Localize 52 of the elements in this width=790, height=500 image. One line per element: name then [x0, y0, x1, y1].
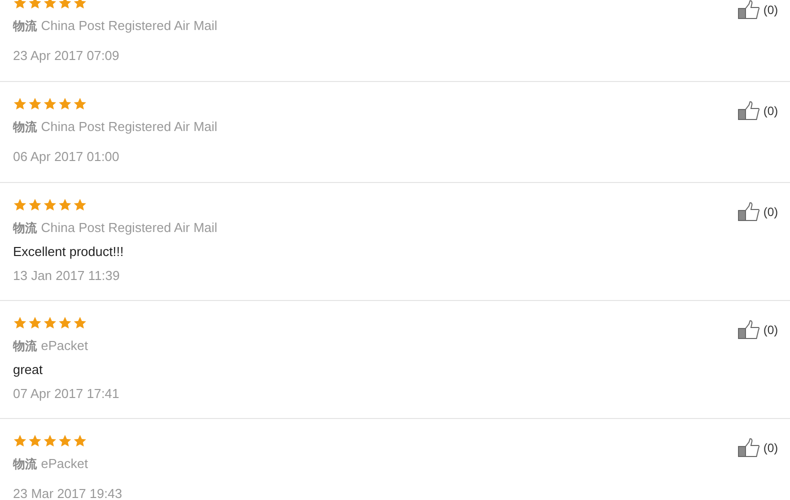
shipping-label: 物流 [13, 220, 37, 237]
thumbs-up-icon[interactable] [738, 0, 760, 20]
review-date: 06 Apr 2017 01:00 [13, 148, 120, 166]
star-icon [73, 198, 87, 212]
star-icon [73, 0, 87, 10]
shipping-label: 物流 [13, 338, 37, 355]
shipping-method: China Post Registered Air Mail [41, 219, 218, 238]
star-icon [28, 434, 42, 448]
star-icon [73, 316, 87, 330]
star-icon [43, 316, 57, 330]
like-count: (0) [763, 440, 778, 457]
star-icon [58, 198, 72, 212]
like-count: (0) [763, 204, 778, 221]
star-icon [58, 316, 72, 330]
star-icon [58, 434, 72, 448]
star-icon [43, 0, 57, 10]
thumbs-up-icon[interactable] [738, 101, 760, 121]
star-icon [13, 316, 27, 330]
star-icon [13, 0, 27, 10]
shipping-method: China Post Registered Air Mail [41, 17, 218, 36]
star-icon [43, 97, 57, 111]
star-icon [28, 198, 42, 212]
shipping-label: 物流 [13, 119, 37, 136]
shipping-label: 物流 [13, 456, 37, 473]
shipping-method: ePacket [41, 337, 88, 356]
shipping-method: ePacket [41, 455, 88, 474]
star-icon [73, 97, 87, 111]
shipping-method: China Post Registered Air Mail [41, 118, 218, 136]
star-icon [73, 434, 87, 448]
star-icon [43, 434, 57, 448]
star-icon [13, 198, 27, 212]
thumbs-up-icon[interactable] [738, 202, 760, 222]
shipping-label: 物流 [13, 18, 37, 35]
review-date: 13 Jan 2017 11:39 [13, 267, 120, 286]
star-icon [28, 97, 42, 111]
review-comment: Excellent product!!! [13, 243, 124, 262]
review-comment: great [13, 361, 43, 380]
like-count: (0) [763, 2, 778, 19]
star-icon [13, 434, 27, 448]
review-date: 23 Mar 2017 19:43 [13, 485, 122, 500]
like-count: (0) [763, 103, 778, 120]
star-icon [43, 198, 57, 212]
star-icon [28, 316, 42, 330]
review-date: 23 Apr 2017 07:09 [13, 47, 120, 66]
star-icon [58, 97, 72, 111]
review-date: 07 Apr 2017 17:41 [13, 385, 120, 404]
thumbs-up-icon[interactable] [738, 320, 760, 340]
like-count: (0) [763, 322, 778, 339]
thumbs-up-icon[interactable] [738, 438, 760, 458]
star-icon [58, 0, 72, 10]
star-icon [28, 0, 42, 10]
star-icon [13, 97, 27, 111]
